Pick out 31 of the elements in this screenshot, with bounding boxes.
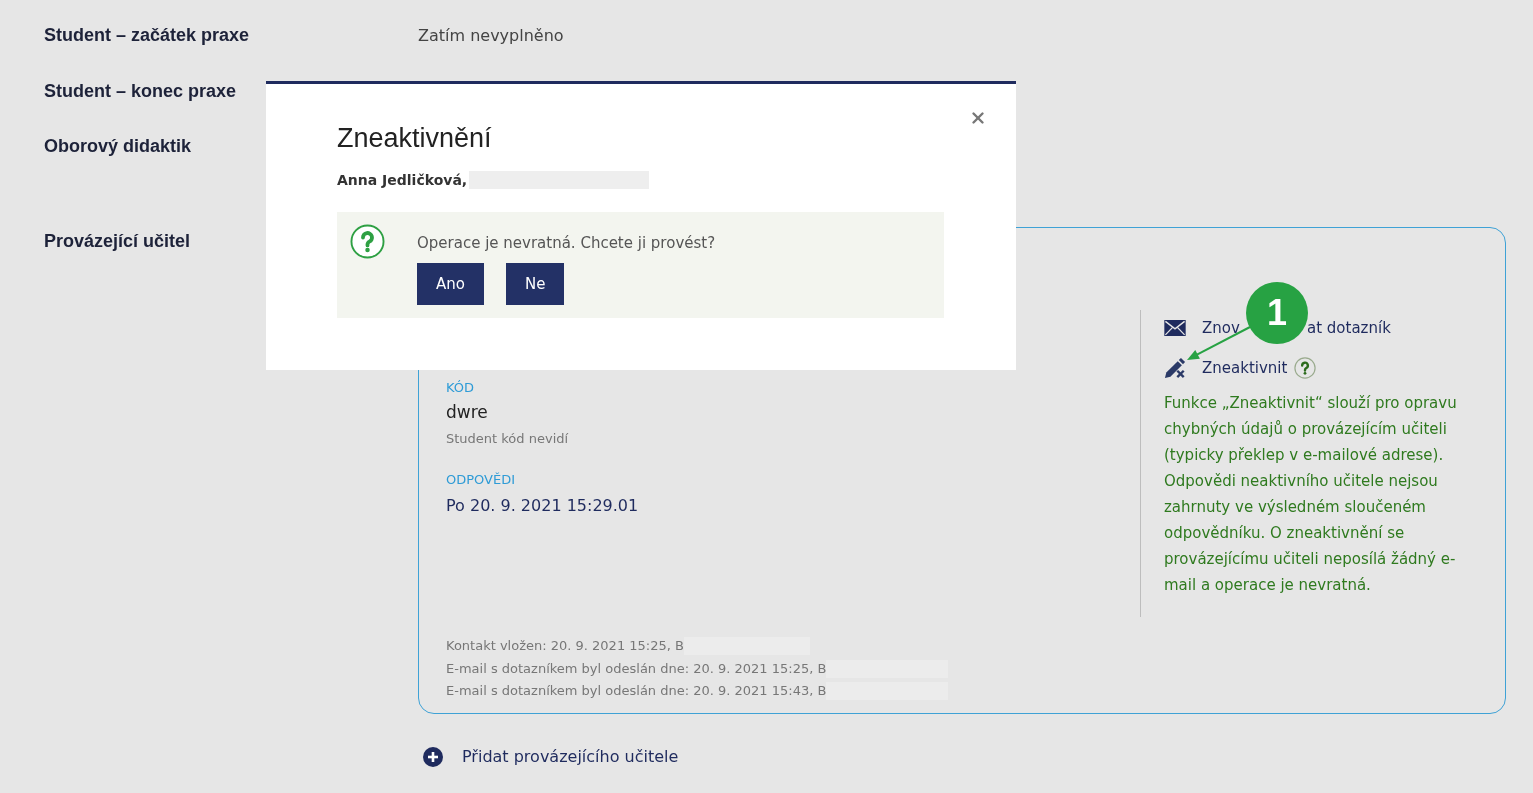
row-value: Zatím nevyplněno: [418, 24, 564, 47]
row-label: Student – začátek praxe: [44, 25, 250, 45]
cancel-button[interactable]: Ne: [505, 263, 565, 305]
help-text: Funkce „Zneaktivnit“ slouží pro opravu chybných údajů o provázejícím učiteli (typicky překlep v e-mailové adrese). Odpovědi neaktivního učitele nejsou zahrnuty ve výsledném sloučeném odpovědníku. O zneaktivnění se provázejícímu učiteli neposílá žádný e-mail a operace je nevratná.: [1164, 393, 1458, 596]
question-icon: [350, 224, 385, 259]
step-badge: 1: [1246, 282, 1308, 344]
help-icon[interactable]: [1294, 357, 1317, 379]
confirm-button[interactable]: Ano: [417, 263, 484, 305]
add-teacher-link[interactable]: Přidat provázejícího učitele: [462, 744, 679, 769]
person-name: Anna Jedličková,: [337, 171, 468, 190]
resend-link-text[interactable]: at dotazník: [1307, 316, 1391, 340]
plus-circle-icon[interactable]: [423, 746, 443, 767]
close-button[interactable]: [969, 109, 987, 127]
deactivate-link[interactable]: Zneaktivnit: [1202, 356, 1288, 380]
field-value: dwre: [446, 401, 488, 424]
dialog-title: Zneaktivnění: [337, 122, 492, 155]
row-label: Provázející učitel: [44, 231, 191, 251]
field-note: Student kód nevidí: [446, 430, 569, 448]
log-entry: Kontakt vložen: 20. 9. 2021 15:25, B: [446, 637, 684, 655]
resend-link-text[interactable]: Znov: [1202, 316, 1245, 340]
field-label: KÓD: [446, 379, 475, 397]
alert-message: Operace je nevratná. Chcete ji provést?: [417, 233, 716, 254]
log-entry: E-mail s dotazníkem byl odeslán dne: 20. 9. 2021 15:25, B: [446, 659, 827, 678]
close-icon: [969, 109, 987, 127]
envelope-icon: [1164, 320, 1186, 336]
pencil-cross-icon: [1164, 357, 1186, 379]
field-value: Po 20. 9. 2021 15:29.01: [446, 495, 639, 517]
row-label: Oborový didaktik: [44, 136, 192, 156]
row-label: Student – konec praxe: [44, 81, 237, 101]
field-label: ODPOVĚDI: [446, 471, 516, 489]
log-entry: E-mail s dotazníkem byl odeslán dne: 20. 9. 2021 15:43, B: [446, 682, 827, 700]
